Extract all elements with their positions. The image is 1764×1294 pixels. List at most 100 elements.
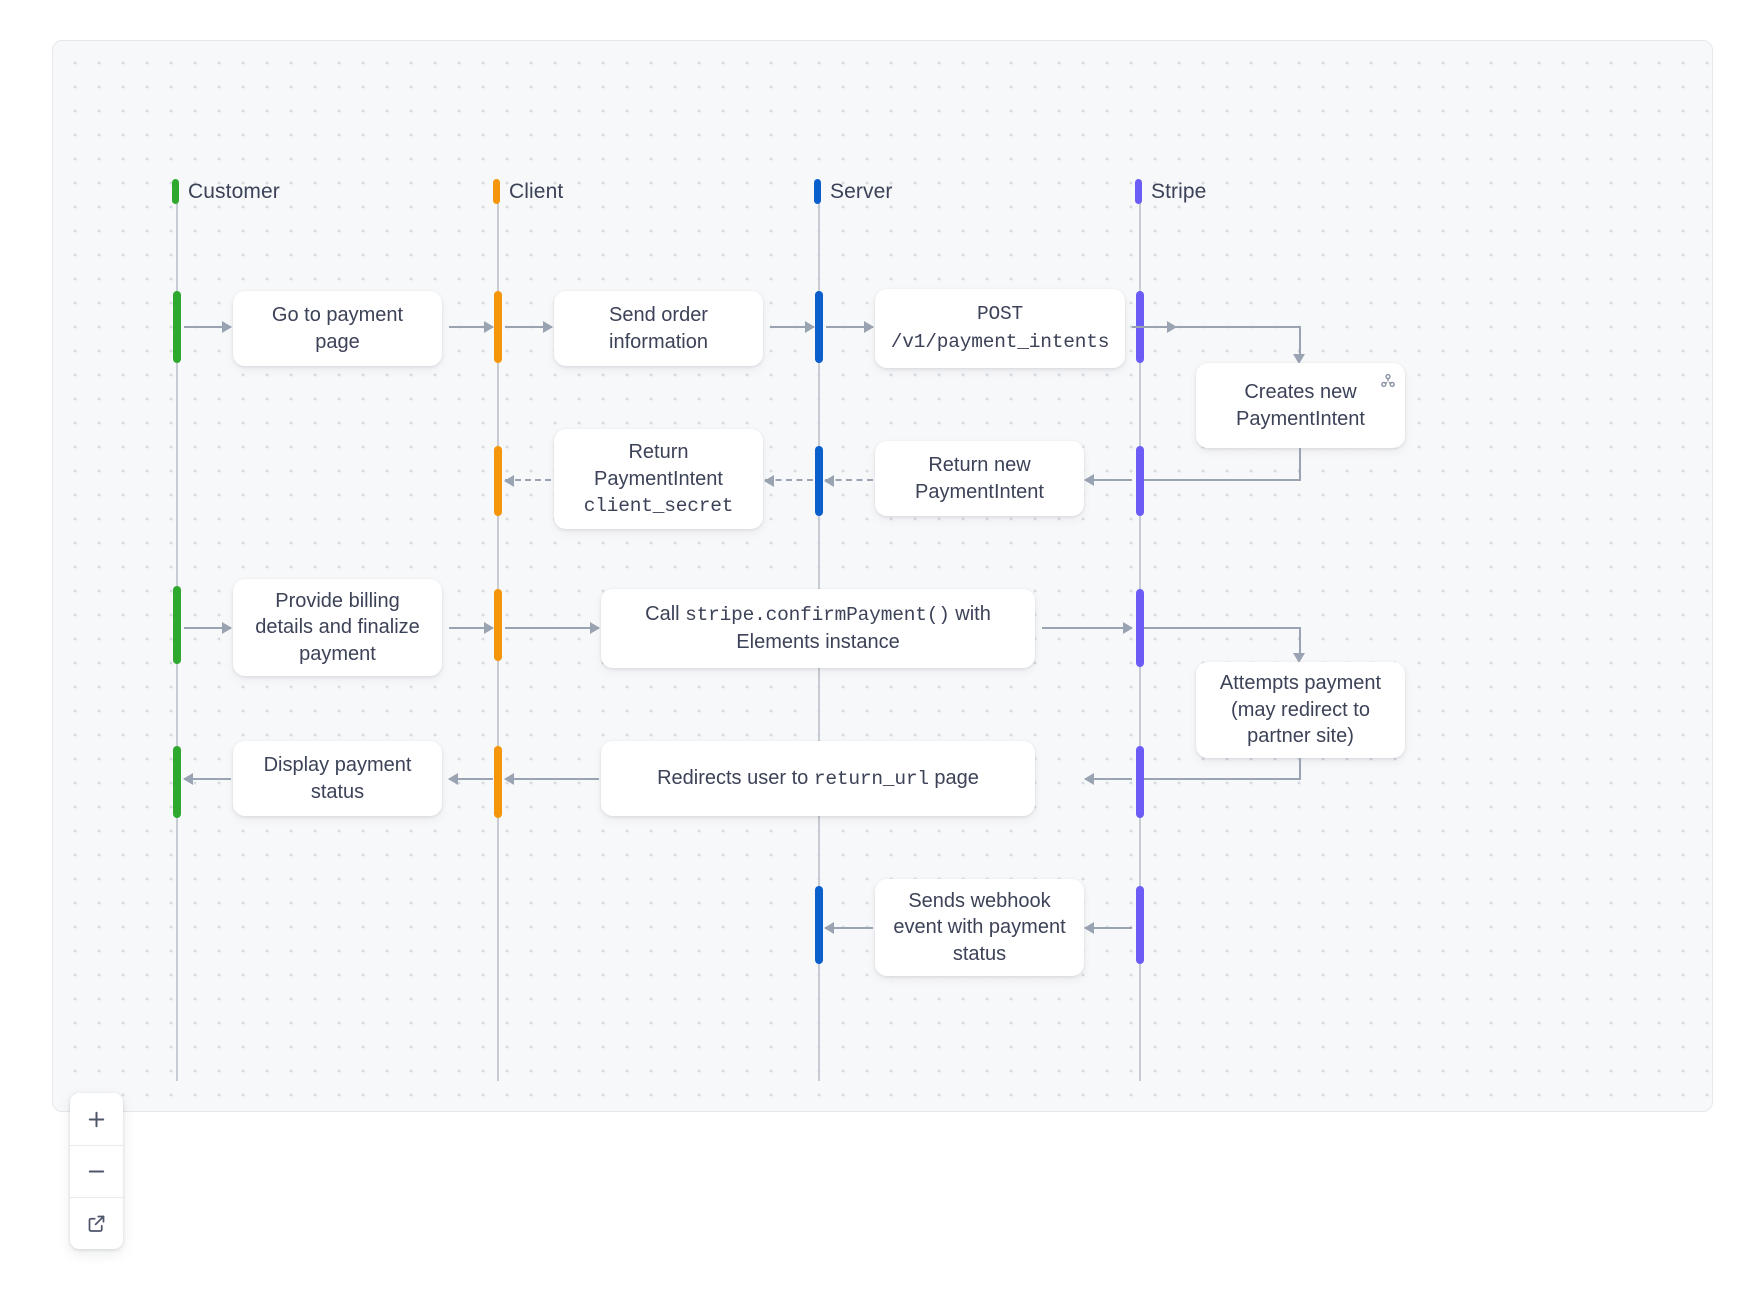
selfloop-stripe-create-top [1144, 326, 1301, 328]
arrow-box2-to-server [770, 321, 815, 333]
activation-client-3 [494, 589, 502, 661]
arrowhead-icon [824, 475, 834, 487]
message-text-line2: PaymentIntent [594, 468, 723, 491]
arrow-box10-to-client [504, 773, 599, 785]
lane-label-server: Server [830, 179, 893, 203]
arrow-server-to-box6 [764, 475, 813, 487]
selfloop-stripe-attempt-right [1299, 627, 1301, 655]
arrow-customer-to-box7 [184, 622, 232, 634]
message-text-suffix: page [934, 766, 979, 789]
message-text-prefix: Call [645, 603, 680, 626]
message-code-return-url: return_url [813, 767, 929, 790]
zoom-controls[interactable]: + − open-in-new [70, 1093, 123, 1249]
zoom-in-button[interactable]: + [70, 1093, 123, 1145]
arrowhead-icon [590, 622, 600, 634]
arrow-box11-to-customer [183, 773, 231, 785]
arrowhead-icon [1123, 622, 1133, 634]
message-box-provide-billing-details[interactable]: Provide billing details and finalize pay… [233, 579, 442, 676]
activation-customer-1 [173, 291, 181, 363]
external-link-icon [88, 1215, 105, 1232]
activation-server-2 [815, 446, 823, 516]
arrowhead-icon [222, 321, 232, 333]
arrow-stripe-to-box10 [1084, 773, 1132, 785]
activation-customer-4 [173, 746, 181, 818]
arrow-customer-to-box1 [184, 321, 232, 333]
arrow-box8-to-stripe [1042, 622, 1133, 634]
message-code-client-secret: client_secret [583, 494, 734, 517]
selfloop-stripe-attempt-bottom [1144, 778, 1301, 780]
message-box-return-new-paymentintent[interactable]: Return new PaymentIntent [875, 441, 1084, 516]
minus-icon [88, 1170, 105, 1173]
message-box-go-to-payment-page[interactable]: Go to payment page [233, 291, 442, 366]
zoom-out-button[interactable]: − [70, 1145, 123, 1197]
selfloop-stripe-attempt-top [1144, 627, 1301, 629]
message-http-method: POST [976, 302, 1023, 325]
arrow-client-to-box8 [505, 622, 600, 634]
arrowhead-icon [484, 321, 494, 333]
lane-chip-client [493, 179, 500, 204]
diagram-canvas[interactable]: Customer Client Server Stripe Go to paym… [52, 40, 1713, 1112]
lane-header-server[interactable]: Server [814, 179, 892, 204]
lane-header-customer[interactable]: Customer [172, 179, 280, 204]
activation-stripe-4 [1136, 746, 1144, 818]
arrowhead-icon [764, 475, 774, 487]
lane-label-stripe: Stripe [1151, 179, 1207, 203]
message-box-send-order-information[interactable]: Send order information [554, 291, 763, 366]
lane-header-stripe[interactable]: Stripe [1135, 179, 1206, 204]
open-external-button[interactable]: open-in-new [70, 1197, 123, 1249]
message-box-return-paymentintent-client-secret[interactable]: Return PaymentIntent client_secret [554, 429, 763, 529]
arrowhead-icon [504, 475, 514, 487]
arrow-server-to-box3 [826, 321, 874, 333]
arrow-stripe-to-box12 [1084, 922, 1132, 934]
arrow-box6-to-client [504, 475, 551, 487]
message-box-display-payment-status[interactable]: Display payment status [233, 741, 442, 816]
selfloop-stripe-create-bottom-right [1299, 448, 1301, 481]
note-text: Attempts payment (may redirect to partne… [1219, 672, 1382, 748]
message-text-line1: Return [628, 440, 689, 463]
plus-icon [88, 1111, 105, 1127]
activation-stripe-3 [1136, 589, 1144, 667]
diagram-page: Customer Client Server Stripe Go to paym… [0, 0, 1764, 1294]
arrowhead-icon [543, 321, 553, 333]
arrow-box5-to-server [824, 475, 873, 487]
activation-client-1 [494, 291, 502, 363]
message-box-call-confirm-payment[interactable]: Call stripe.confirmPayment() with Elemen… [601, 589, 1035, 668]
message-text: Send order information [609, 304, 708, 353]
message-text: Redirects user to return_url page [657, 765, 979, 793]
arrowhead-icon [183, 773, 193, 785]
message-box-sends-webhook-event[interactable]: Sends webhook event with payment status [875, 879, 1084, 976]
lane-chip-customer [172, 179, 179, 204]
message-http-path: /v1/payment_intents [890, 330, 1110, 353]
lane-label-customer: Customer [188, 179, 280, 203]
arrowhead-icon [805, 321, 815, 333]
arrow-client-to-box2 [505, 321, 553, 333]
lane-header-client[interactable]: Client [493, 179, 563, 204]
message-text: Sends webhook event with payment status [893, 889, 1066, 965]
arrowhead-icon [1084, 773, 1094, 785]
arrowhead-icon [1084, 922, 1094, 934]
lane-chip-server [814, 179, 821, 204]
arrowhead-icon [864, 321, 874, 333]
arrowhead-icon [824, 922, 834, 934]
activation-customer-3 [173, 586, 181, 664]
activation-client-4 [494, 746, 502, 818]
arrowhead-icon [448, 773, 458, 785]
lane-label-client: Client [509, 179, 564, 203]
arrow-box7-to-client [449, 622, 494, 634]
message-box-post-payment-intents[interactable]: POST /v1/payment_intents [875, 289, 1125, 368]
note-box-creates-new-paymentintent[interactable]: Creates new PaymentIntent [1196, 363, 1405, 448]
arrowhead-icon [504, 773, 514, 785]
activation-stripe-2 [1136, 446, 1144, 516]
note-box-attempts-payment[interactable]: Attempts payment (may redirect to partne… [1196, 662, 1405, 758]
arrow-box12-to-server [824, 922, 873, 934]
activation-server-1 [815, 291, 823, 363]
selfloop-stripe-create-right [1299, 326, 1301, 356]
message-text-prefix: Redirects user to [657, 766, 809, 789]
selfloop-stripe-attempt-bottom-right [1299, 758, 1301, 780]
message-text: Display payment status [263, 754, 412, 803]
arrow-client-to-box11 [448, 773, 493, 785]
message-code-confirm-payment: stripe.confirmPayment() [685, 604, 950, 627]
lane-chip-stripe [1135, 179, 1142, 204]
message-text: Go to payment page [271, 304, 404, 353]
message-box-redirects-user-return-url[interactable]: Redirects user to return_url page [601, 741, 1035, 816]
